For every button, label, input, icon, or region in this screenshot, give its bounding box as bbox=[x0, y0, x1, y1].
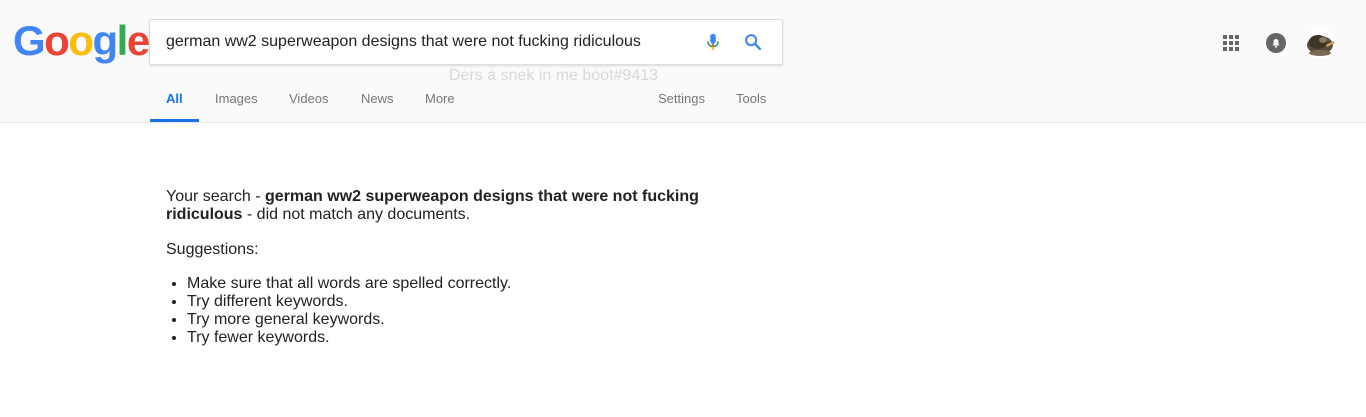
tab-tools[interactable]: Tools bbox=[736, 91, 766, 106]
tab-more[interactable]: More bbox=[425, 91, 455, 106]
google-logo[interactable]: Google bbox=[13, 17, 150, 64]
list-item: Try fewer keywords. bbox=[187, 329, 726, 347]
tab-settings[interactable]: Settings bbox=[658, 91, 705, 106]
apps-grid-icon[interactable] bbox=[1223, 35, 1239, 51]
no-results-message: Your search - german ww2 superweapon des… bbox=[166, 188, 726, 224]
results-area: Your search - german ww2 superweapon des… bbox=[166, 188, 726, 347]
suggestions-list: Make sure that all words are spelled cor… bbox=[166, 275, 726, 347]
avatar[interactable] bbox=[1304, 27, 1336, 59]
suggestions-label: Suggestions: bbox=[166, 241, 259, 258]
logo-letter: o bbox=[68, 17, 94, 64]
logo-letter: G bbox=[13, 17, 46, 64]
search-input[interactable] bbox=[166, 20, 686, 64]
tab-images[interactable]: Images bbox=[215, 91, 258, 106]
tab-videos[interactable]: Videos bbox=[289, 91, 329, 106]
active-tab-indicator bbox=[150, 119, 199, 122]
header: Google Ders a snek in me boot#9413 All I… bbox=[0, 0, 1366, 123]
logo-letter: g bbox=[92, 17, 118, 64]
logo-letter: o bbox=[44, 17, 70, 64]
logo-letter: l bbox=[116, 17, 129, 64]
no-results-suffix: - did not match any documents. bbox=[242, 206, 471, 223]
no-results-prefix: Your search - bbox=[166, 188, 266, 205]
search-box bbox=[149, 19, 783, 65]
watermark-text: Ders a snek in me boot#9413 bbox=[449, 67, 659, 84]
tab-news[interactable]: News bbox=[361, 91, 394, 106]
list-item: Try more general keywords. bbox=[187, 311, 726, 329]
logo-letter: e bbox=[126, 17, 150, 64]
microphone-icon[interactable] bbox=[702, 31, 724, 53]
list-item: Make sure that all words are spelled cor… bbox=[187, 275, 726, 293]
search-icon[interactable] bbox=[742, 31, 764, 53]
tab-all[interactable]: All bbox=[166, 91, 183, 106]
notifications-icon[interactable] bbox=[1265, 32, 1287, 54]
list-item: Try different keywords. bbox=[187, 293, 726, 311]
